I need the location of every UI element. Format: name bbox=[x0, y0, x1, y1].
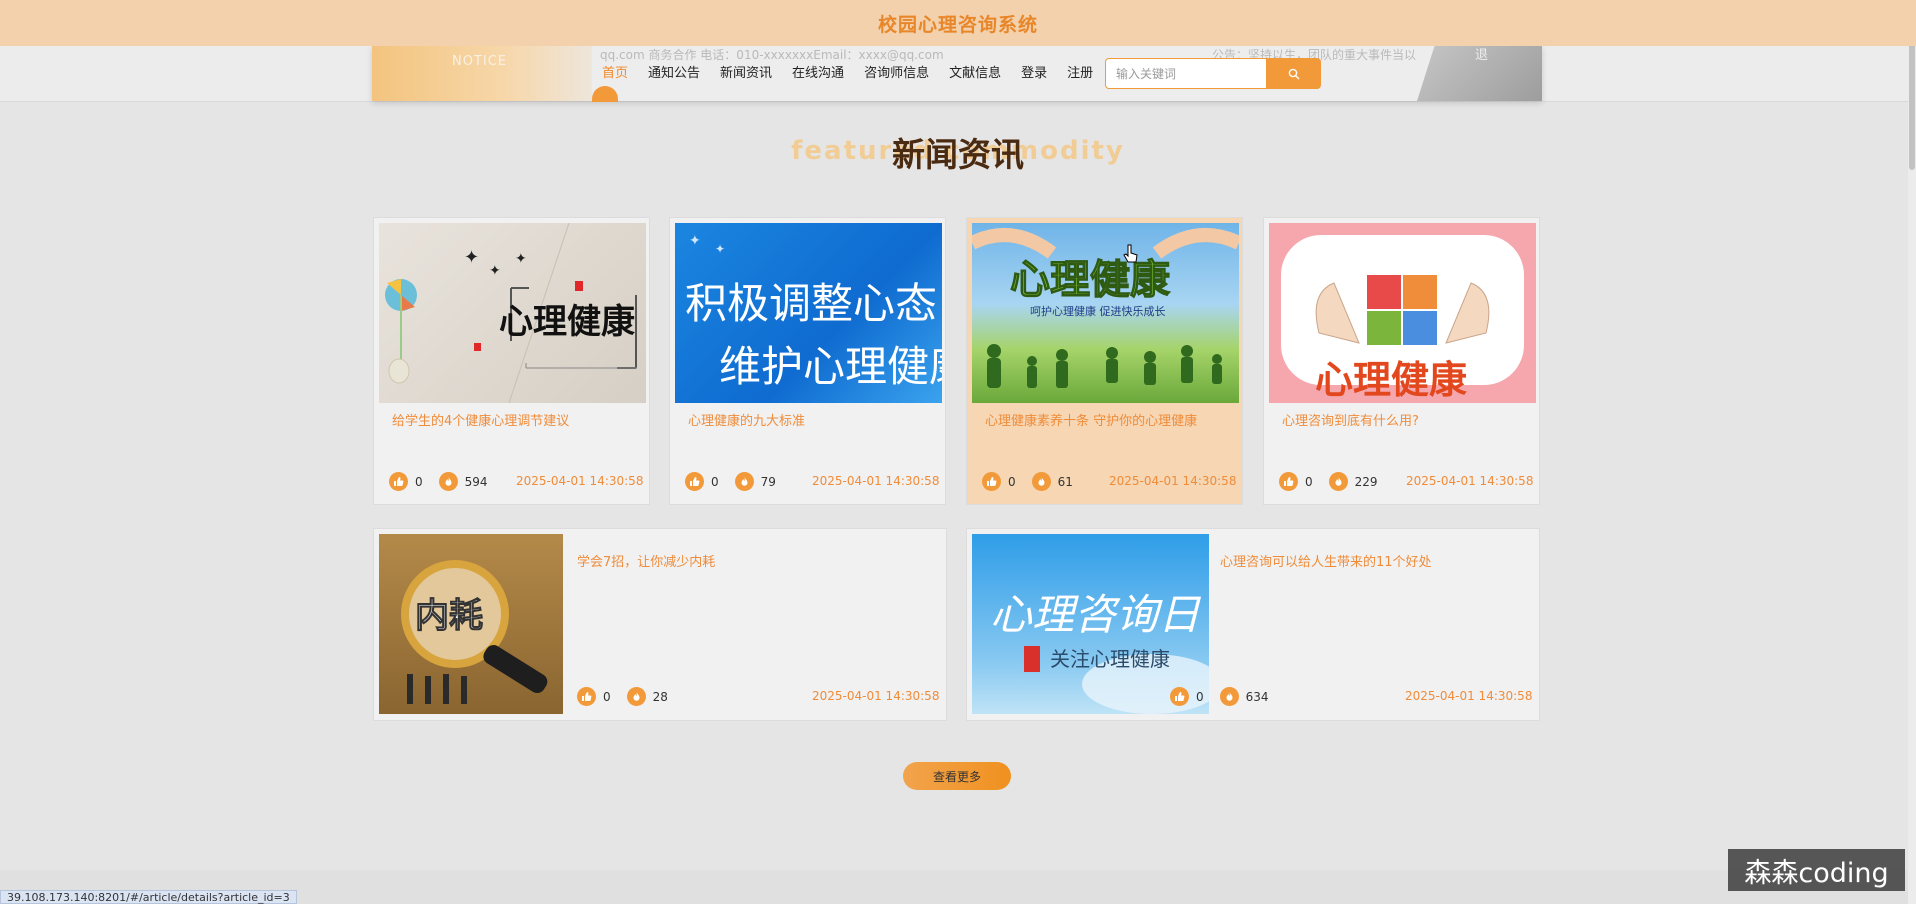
article-date: 2025-04-01 14:30:58 bbox=[1109, 474, 1237, 488]
article-card[interactable]: ✦ ✦ ✦ 心理健康 给学生的4个健康心理调节建议 0 594 2025-04-0… bbox=[373, 217, 650, 505]
article-image: 内耗 bbox=[379, 534, 563, 714]
article-title[interactable]: 给学生的4个健康心理调节建议 bbox=[392, 411, 637, 432]
page-scrollbar[interactable] bbox=[1908, 0, 1916, 904]
image-subcaption: 呵护心理健康 促进快乐成长 bbox=[1030, 304, 1166, 318]
logout-corner[interactable]: 退 bbox=[1417, 46, 1542, 101]
flame-icon bbox=[1031, 472, 1051, 491]
article-meta: 0 28 bbox=[577, 687, 684, 706]
nav-item-login[interactable]: 登录 bbox=[1011, 58, 1057, 85]
status-bar-url: 39.108.173.140:8201/#/article/details?ar… bbox=[0, 890, 297, 904]
article-meta: 0 229 bbox=[1279, 472, 1394, 491]
flame-icon bbox=[626, 687, 646, 706]
article-date: 2025-04-01 14:30:58 bbox=[812, 689, 940, 703]
article-title[interactable]: 心理健康素养十条 守护你的心理健康 bbox=[985, 411, 1230, 432]
thumbs-up-icon[interactable] bbox=[577, 687, 596, 706]
article-title[interactable]: 心理咨询到底有什么用? bbox=[1282, 411, 1527, 432]
nav-item-counselors[interactable]: 咨询师信息 bbox=[854, 58, 939, 85]
article-card[interactable]: 心理健康 呵护心理健康 促进快乐成长 心理健康素养十条 守护你的心理健康 0 6… bbox=[966, 217, 1243, 505]
article-meta: 0 79 bbox=[685, 472, 792, 491]
article-card[interactable]: 心理健康 心理咨询到底有什么用? 0 229 2025-04-01 14:30:… bbox=[1263, 217, 1540, 505]
like-count: 0 bbox=[603, 689, 611, 704]
article-meta: 0 61 bbox=[982, 472, 1089, 491]
system-title: 校园心理咨询系统 bbox=[877, 13, 1038, 36]
nav-item-news[interactable]: 新闻资讯 bbox=[710, 58, 782, 85]
image-caption: 心理健康 bbox=[1315, 358, 1467, 402]
notice-label: NOTICE bbox=[452, 54, 508, 69]
thumbs-up-icon[interactable] bbox=[685, 472, 704, 491]
image-caption: 内耗 bbox=[415, 596, 483, 636]
view-count: 229 bbox=[1354, 474, 1378, 489]
header: NOTICE qq.com 商务合作 电话：010-xxxxxxxEmail：x… bbox=[372, 46, 1542, 101]
view-count: 61 bbox=[1057, 474, 1073, 489]
svg-text:✦: ✦ bbox=[464, 247, 479, 268]
top-banner: 校园心理咨询系统 bbox=[0, 0, 1916, 46]
like-count: 0 bbox=[711, 474, 719, 489]
svg-text:✦: ✦ bbox=[489, 263, 501, 279]
flame-icon bbox=[734, 472, 754, 491]
flame-icon bbox=[438, 472, 458, 491]
thumbs-up-icon[interactable] bbox=[1170, 687, 1189, 706]
view-count: 28 bbox=[652, 689, 668, 704]
search-icon bbox=[1288, 68, 1300, 79]
thumbs-up-icon[interactable] bbox=[1279, 472, 1298, 491]
view-more-button[interactable]: 查看更多 bbox=[903, 762, 1011, 790]
article-date: 2025-04-01 14:30:58 bbox=[812, 474, 940, 488]
article-date: 2025-04-01 14:30:58 bbox=[516, 474, 644, 488]
article-meta: 0 594 bbox=[389, 472, 504, 491]
svg-text:✦: ✦ bbox=[515, 251, 527, 267]
image-caption-line-2: 维护心理健康 bbox=[719, 342, 942, 391]
nav-item-notices[interactable]: 通知公告 bbox=[638, 58, 710, 85]
image-caption: 心理健康 bbox=[1010, 257, 1170, 303]
article-date: 2025-04-01 14:30:58 bbox=[1406, 474, 1534, 488]
article-image: 心理健康 呵护心理健康 促进快乐成长 bbox=[972, 223, 1239, 403]
like-count: 0 bbox=[1305, 474, 1313, 489]
nav-item-literature[interactable]: 文献信息 bbox=[939, 58, 1011, 85]
nav-item-chat[interactable]: 在线沟通 bbox=[782, 58, 854, 85]
watermark: 森森coding bbox=[1728, 849, 1905, 891]
article-date: 2025-04-01 14:30:58 bbox=[1405, 689, 1533, 703]
main-nav: 首页 通知公告 新闻资讯 在线沟通 咨询师信息 文献信息 登录 注册 bbox=[592, 58, 1103, 85]
article-image: ✦ ✦ 积极调整心态 维护心理健康 bbox=[675, 223, 942, 403]
like-count: 0 bbox=[1008, 474, 1016, 489]
article-image: ✦ ✦ ✦ 心理健康 bbox=[379, 223, 646, 403]
image-caption: 心理咨询日 bbox=[990, 590, 1202, 639]
image-caption: 心理健康 bbox=[499, 302, 635, 342]
thumbs-up-icon[interactable] bbox=[389, 472, 408, 491]
article-image: 心理健康 bbox=[1269, 223, 1536, 403]
nav-item-register[interactable]: 注册 bbox=[1057, 58, 1103, 85]
article-card[interactable]: ✦ ✦ 积极调整心态 维护心理健康 心理健康的九大标准 0 79 2025-04-… bbox=[669, 217, 946, 505]
article-meta: 0 634 bbox=[1170, 687, 1285, 706]
article-card-wide[interactable]: 内耗 学会7招，让你减少内耗 0 28 2025-04-01 14:30:58 bbox=[373, 528, 947, 721]
article-card-wide[interactable]: 心理咨询日 关注心理健康 心理咨询可以给人生带来的11个好处 0 634 202… bbox=[966, 528, 1540, 721]
article-title[interactable]: 学会7招，让你减少内耗 bbox=[577, 552, 927, 573]
svg-text:✦: ✦ bbox=[689, 233, 701, 249]
image-caption-line-1: 积极调整心态 bbox=[685, 279, 937, 328]
like-count: 0 bbox=[1196, 689, 1204, 704]
like-count: 0 bbox=[415, 474, 423, 489]
search-input[interactable] bbox=[1105, 58, 1267, 89]
svg-text:✦: ✦ bbox=[715, 242, 725, 256]
flame-icon bbox=[1328, 472, 1348, 491]
section-header: featured commodity 新闻资讯 bbox=[0, 124, 1916, 174]
notice-block: NOTICE bbox=[372, 46, 592, 101]
search-button[interactable] bbox=[1267, 58, 1321, 89]
view-count: 634 bbox=[1245, 689, 1269, 704]
thumbs-up-icon[interactable] bbox=[982, 472, 1001, 491]
article-title[interactable]: 心理健康的九大标准 bbox=[688, 411, 933, 432]
article-title[interactable]: 心理咨询可以给人生带来的11个好处 bbox=[1220, 552, 1520, 573]
view-count: 594 bbox=[464, 474, 488, 489]
flame-icon bbox=[1219, 687, 1239, 706]
view-count: 79 bbox=[760, 474, 776, 489]
nav-item-home[interactable]: 首页 bbox=[592, 58, 638, 85]
mouse-cursor-icon bbox=[1123, 244, 1138, 263]
corner-label: 退 bbox=[1475, 48, 1489, 63]
section-title: 新闻资讯 bbox=[892, 135, 1024, 174]
image-subcaption: 关注心理健康 bbox=[1050, 647, 1170, 671]
